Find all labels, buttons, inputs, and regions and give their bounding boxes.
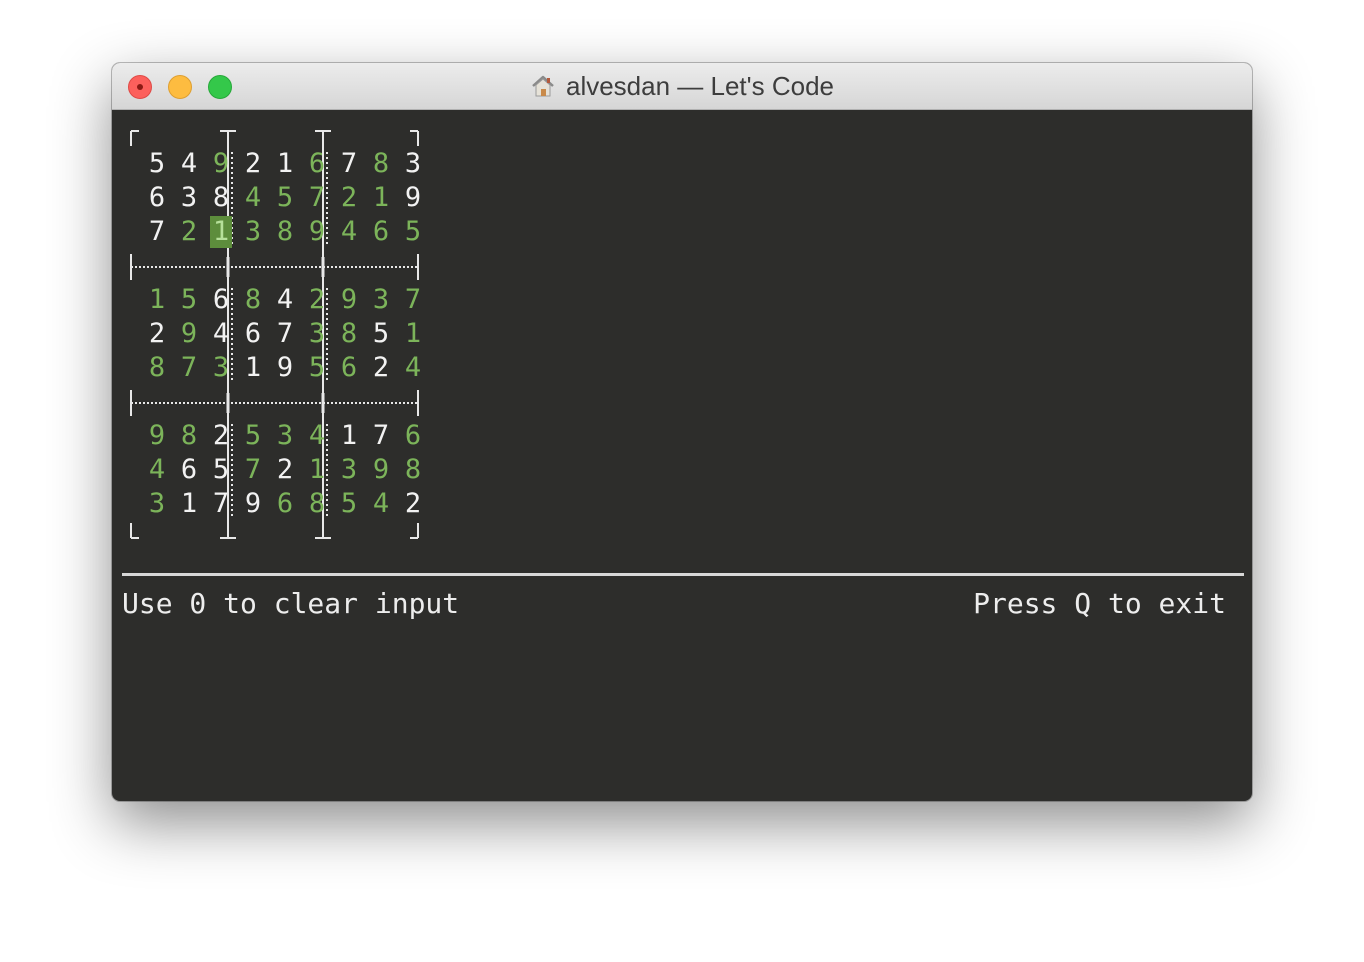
sudoku-cell-r4-c7[interactable]: 9 bbox=[338, 284, 360, 316]
sudoku-cell-r5-c4[interactable]: 6 bbox=[242, 318, 264, 350]
sudoku-cell-r2-c8[interactable]: 1 bbox=[370, 182, 392, 214]
sudoku-cell-r4-c3[interactable]: 6 bbox=[210, 284, 232, 316]
sudoku-cell-r9-c7[interactable]: 5 bbox=[338, 488, 360, 520]
sudoku-cell-r7-c8[interactable]: 7 bbox=[370, 420, 392, 452]
sudoku-cell-r7-c9[interactable]: 6 bbox=[402, 420, 424, 452]
sudoku-cell-r4-c4[interactable]: 8 bbox=[242, 284, 264, 316]
sudoku-cell-r3-c8[interactable]: 6 bbox=[370, 216, 392, 248]
sudoku-cell-r5-c9[interactable]: 1 bbox=[402, 318, 424, 350]
sudoku-cell-r5-c7[interactable]: 8 bbox=[338, 318, 360, 350]
sudoku-cell-r8-c8[interactable]: 9 bbox=[370, 454, 392, 486]
sudoku-cell-r4-c9[interactable]: 7 bbox=[402, 284, 424, 316]
sudoku-cell-r1-c1[interactable]: 5 bbox=[146, 148, 168, 180]
sudoku-cell-r5-c3[interactable]: 4 bbox=[210, 318, 232, 350]
sudoku-cell-r9-c3[interactable]: 7 bbox=[210, 488, 232, 520]
sudoku-cell-r7-c1[interactable]: 9 bbox=[146, 420, 168, 452]
sudoku-cell-r6-c6[interactable]: 5 bbox=[306, 352, 328, 384]
sudoku-cell-r6-c1[interactable]: 8 bbox=[146, 352, 168, 384]
sudoku-cell-r7-c3[interactable]: 2 bbox=[210, 420, 232, 452]
sudoku-cell-r9-c9[interactable]: 2 bbox=[402, 488, 424, 520]
sudoku-cell-r3-c5[interactable]: 8 bbox=[274, 216, 296, 248]
sudoku-cell-r2-c2[interactable]: 3 bbox=[178, 182, 200, 214]
sudoku-cell-r9-c1[interactable]: 3 bbox=[146, 488, 168, 520]
sudoku-cell-r8-c6[interactable]: 1 bbox=[306, 454, 328, 486]
sudoku-cell-r6-c4[interactable]: 1 bbox=[242, 352, 264, 384]
sudoku-cell-r2-c3[interactable]: 8 bbox=[210, 182, 232, 214]
sudoku-cell-r2-c9[interactable]: 9 bbox=[402, 182, 424, 214]
sudoku-cell-r3-c4[interactable]: 3 bbox=[242, 216, 264, 248]
sudoku-cell-r2-c4[interactable]: 4 bbox=[242, 182, 264, 214]
sudoku-cell-r6-c3[interactable]: 3 bbox=[210, 352, 232, 384]
sudoku-cell-r7-c4[interactable]: 5 bbox=[242, 420, 264, 452]
sudoku-cell-r3-c9[interactable]: 5 bbox=[402, 216, 424, 248]
separator-line bbox=[122, 573, 1244, 576]
sudoku-cell-r8-c1[interactable]: 4 bbox=[146, 454, 168, 486]
sudoku-cell-r7-c7[interactable]: 1 bbox=[338, 420, 360, 452]
sudoku-cell-r9-c2[interactable]: 1 bbox=[178, 488, 200, 520]
home-icon bbox=[532, 75, 554, 97]
sudoku-cell-r1-c9[interactable]: 3 bbox=[402, 148, 424, 180]
sudoku-cell-r1-c5[interactable]: 1 bbox=[274, 148, 296, 180]
sudoku-cell-r6-c8[interactable]: 2 bbox=[370, 352, 392, 384]
sudoku-cell-r3-c2[interactable]: 2 bbox=[178, 216, 200, 248]
sudoku-cell-r8-c2[interactable]: 6 bbox=[178, 454, 200, 486]
sudoku-cell-r2-c7[interactable]: 2 bbox=[338, 182, 360, 214]
sudoku-cell-r9-c6[interactable]: 8 bbox=[306, 488, 328, 520]
sudoku-cell-r1-c8[interactable]: 8 bbox=[370, 148, 392, 180]
sudoku-cell-r4-c1[interactable]: 1 bbox=[146, 284, 168, 316]
sudoku-cell-r6-c5[interactable]: 9 bbox=[274, 352, 296, 384]
sudoku-cell-r8-c7[interactable]: 3 bbox=[338, 454, 360, 486]
sudoku-cell-r3-c1[interactable]: 7 bbox=[146, 216, 168, 248]
sudoku-cell-r3-c6[interactable]: 9 bbox=[306, 216, 328, 248]
sudoku-cell-r1-c6[interactable]: 6 bbox=[306, 148, 328, 180]
sudoku-cell-r6-c7[interactable]: 6 bbox=[338, 352, 360, 384]
window-title-area: alvesdan — Let's Code bbox=[112, 63, 1252, 109]
title-bar[interactable]: alvesdan — Let's Code bbox=[112, 63, 1252, 110]
sudoku-cell-r7-c2[interactable]: 8 bbox=[178, 420, 200, 452]
sudoku-cell-r7-c6[interactable]: 4 bbox=[306, 420, 328, 452]
sudoku-cell-r9-c8[interactable]: 4 bbox=[370, 488, 392, 520]
sudoku-cell-r1-c3[interactable]: 9 bbox=[210, 148, 232, 180]
sudoku-board[interactable]: 5492167836384572197213894651568429372946… bbox=[112, 110, 1252, 560]
sudoku-cell-r8-c9[interactable]: 8 bbox=[402, 454, 424, 486]
window-title: alvesdan — Let's Code bbox=[565, 70, 834, 101]
sudoku-cell-r3-c7[interactable]: 4 bbox=[338, 216, 360, 248]
sudoku-cell-r5-c6[interactable]: 3 bbox=[306, 318, 328, 350]
sudoku-cell-r5-c8[interactable]: 5 bbox=[370, 318, 392, 350]
sudoku-cell-r5-c1[interactable]: 2 bbox=[146, 318, 168, 350]
terminal-content[interactable]: 5492167836384572197213894651568429372946… bbox=[112, 110, 1252, 801]
sudoku-cell-r8-c3[interactable]: 5 bbox=[210, 454, 232, 486]
sudoku-cell-r4-c6[interactable]: 2 bbox=[306, 284, 328, 316]
sudoku-cell-r9-c5[interactable]: 6 bbox=[274, 488, 296, 520]
sudoku-cell-r6-c9[interactable]: 4 bbox=[402, 352, 424, 384]
sudoku-cell-r2-c6[interactable]: 7 bbox=[306, 182, 328, 214]
sudoku-cell-r4-c8[interactable]: 3 bbox=[370, 284, 392, 316]
sudoku-cell-r1-c7[interactable]: 7 bbox=[338, 148, 360, 180]
sudoku-cell-r4-c5[interactable]: 4 bbox=[274, 284, 296, 316]
sudoku-cell-r8-c4[interactable]: 7 bbox=[242, 454, 264, 486]
sudoku-cell-r5-c2[interactable]: 9 bbox=[178, 318, 200, 350]
hint-text-exit: Press Q to exit bbox=[973, 587, 1226, 620]
sudoku-cell-r6-c2[interactable]: 7 bbox=[178, 352, 200, 384]
sudoku-cell-r1-c4[interactable]: 2 bbox=[242, 148, 264, 180]
sudoku-cell-r1-c2[interactable]: 4 bbox=[178, 148, 200, 180]
sudoku-cell-r9-c4[interactable]: 9 bbox=[242, 488, 264, 520]
terminal-window: alvesdan — Let's Code 549216783638457219… bbox=[112, 63, 1252, 801]
sudoku-cell-r3-c3[interactable]: 1 bbox=[210, 216, 232, 248]
sudoku-cell-r5-c5[interactable]: 7 bbox=[274, 318, 296, 350]
sudoku-cell-r7-c5[interactable]: 3 bbox=[274, 420, 296, 452]
sudoku-cell-r4-c2[interactable]: 5 bbox=[178, 284, 200, 316]
sudoku-cell-r2-c5[interactable]: 5 bbox=[274, 182, 296, 214]
hint-text-clear: Use 0 to clear input bbox=[122, 587, 460, 620]
sudoku-cell-r2-c1[interactable]: 6 bbox=[146, 182, 168, 214]
sudoku-cell-r8-c5[interactable]: 2 bbox=[274, 454, 296, 486]
